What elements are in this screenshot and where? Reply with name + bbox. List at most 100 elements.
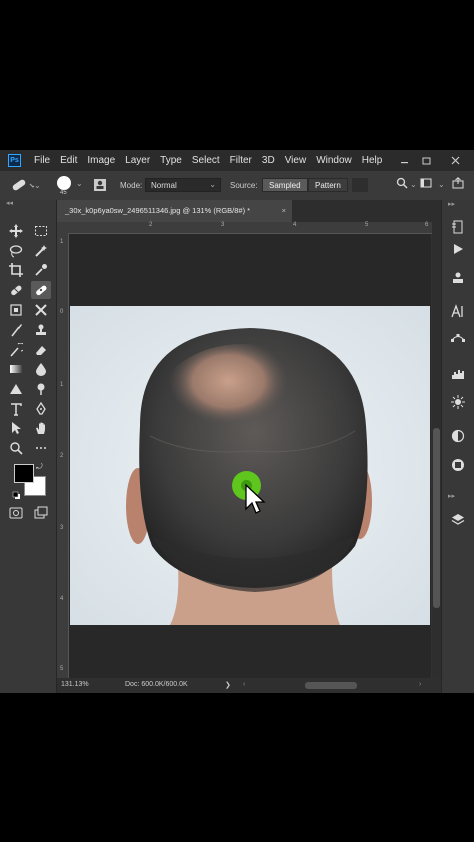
- document-tab[interactable]: _30x_k0p6ya0sw_2496511346.jpg @ 131% (RG…: [57, 200, 292, 222]
- brush-size-value: 45: [60, 190, 67, 196]
- bald-head-photo: [70, 306, 430, 625]
- history-brush-tool-icon[interactable]: [6, 341, 26, 359]
- spot-healing-brush-tool-icon[interactable]: [31, 281, 51, 299]
- more-tools-icon[interactable]: [31, 439, 51, 457]
- tools-collapse-icon[interactable]: ◂◂: [0, 200, 56, 208]
- histogram-panel-icon[interactable]: [448, 365, 468, 381]
- stamp-pattern-tool-icon[interactable]: [6, 301, 26, 319]
- foreground-color-swatch[interactable]: [14, 464, 34, 483]
- crop-tool-icon[interactable]: [6, 261, 26, 279]
- document-image[interactable]: [70, 306, 430, 625]
- brush-preview-icon[interactable]: [57, 176, 71, 190]
- share-icon[interactable]: [452, 177, 466, 191]
- menu-file[interactable]: File: [29, 155, 55, 166]
- layers-panel-icon[interactable]: [448, 512, 468, 528]
- scroll-left-icon[interactable]: ‹: [243, 681, 245, 688]
- gradient-tool-icon[interactable]: [6, 360, 26, 378]
- mode-dropdown[interactable]: Normal ⌄: [145, 178, 221, 192]
- navigator-panel-icon[interactable]: [448, 394, 468, 410]
- triangle-shape-tool-icon[interactable]: [6, 380, 26, 398]
- stamp-source-icon[interactable]: [93, 178, 107, 194]
- clone-source-panel-icon[interactable]: [448, 270, 468, 286]
- history-panel-icon[interactable]: [448, 219, 468, 235]
- blur-tool-icon[interactable]: [31, 360, 51, 378]
- search-icon[interactable]: [396, 177, 408, 191]
- swap-colors-icon[interactable]: ⤾: [36, 462, 43, 472]
- brush-tool-icon[interactable]: [6, 321, 26, 339]
- mode-label: Mode:: [120, 181, 143, 190]
- clone-stamp-tool-icon[interactable]: [31, 321, 51, 339]
- menu-view[interactable]: View: [280, 155, 312, 166]
- workspace-icon[interactable]: [420, 177, 432, 191]
- horizontal-scroll-thumb[interactable]: [305, 682, 357, 689]
- character-panel-icon[interactable]: [448, 303, 468, 319]
- ruler-tick-label: 6: [425, 222, 429, 228]
- workspace-chevron-icon[interactable]: ⌄: [438, 180, 445, 189]
- panel-group-collapse-icon[interactable]: ▸▸: [448, 492, 455, 500]
- brush-picker-chevron-icon[interactable]: ⌄: [76, 179, 83, 188]
- source-sampled-button[interactable]: Sampled: [262, 178, 308, 192]
- actions-play-icon[interactable]: [448, 241, 468, 257]
- document-size-info: Doc: 600.0K/600.0K: [125, 681, 188, 688]
- minimize-icon[interactable]: [392, 150, 416, 171]
- tool-preset-chevron-icon[interactable]: ⌄: [34, 181, 41, 190]
- move-tool-icon[interactable]: [6, 222, 26, 240]
- libraries-panel-icon[interactable]: [448, 457, 468, 473]
- zoom-tool-icon[interactable]: [6, 439, 26, 457]
- path-selection-tool-icon[interactable]: [6, 419, 26, 437]
- frame-tool-icon[interactable]: [6, 281, 26, 299]
- ruler-tick-label: 4: [60, 596, 64, 602]
- menubar: Ps File Edit Image Layer Type Select Fil…: [0, 150, 474, 171]
- ruler-origin[interactable]: [57, 222, 68, 233]
- pattern-picker[interactable]: [352, 178, 368, 192]
- transform-x-tool-icon[interactable]: [31, 301, 51, 319]
- menu-3d[interactable]: 3D: [257, 155, 280, 166]
- menu-filter[interactable]: Filter: [225, 155, 257, 166]
- spot-healing-brush-icon[interactable]: [10, 177, 37, 195]
- marquee-tool-icon[interactable]: [31, 222, 51, 240]
- vertical-ruler[interactable]: 1 0 1 2 3 4 5: [57, 233, 69, 678]
- quick-mask-icon[interactable]: [6, 504, 26, 522]
- photoshop-window: Ps File Edit Image Layer Type Select Fil…: [0, 150, 474, 693]
- eyedropper-tool-icon[interactable]: [31, 261, 51, 279]
- ruler-tick-label: 2: [60, 453, 64, 459]
- paths-panel-icon[interactable]: [448, 332, 468, 348]
- menu-window[interactable]: Window: [311, 155, 357, 166]
- source-label: Source:: [230, 181, 258, 190]
- menu-help[interactable]: Help: [357, 155, 388, 166]
- horizontal-ruler[interactable]: 2 3 4 5 6: [68, 222, 432, 234]
- menu-layer[interactable]: Layer: [120, 155, 155, 166]
- restore-icon[interactable]: [414, 150, 438, 171]
- document-tab-bar: _30x_k0p6ya0sw_2496511346.jpg @ 131% (RG…: [57, 200, 441, 222]
- tools-panel: ◂◂ ⤾: [0, 200, 57, 693]
- source-pattern-button[interactable]: Pattern: [308, 178, 348, 192]
- mouse-cursor-icon: [245, 484, 266, 514]
- default-colors-icon[interactable]: [12, 487, 21, 505]
- menu-select[interactable]: Select: [187, 155, 225, 166]
- lasso-tool-icon[interactable]: [6, 242, 26, 260]
- ruler-tick-label: 2: [149, 222, 153, 228]
- pen-tool-icon[interactable]: [31, 400, 51, 418]
- search-chevron-icon[interactable]: ⌄: [410, 180, 417, 189]
- quick-selection-tool-icon[interactable]: [31, 242, 51, 260]
- eraser-tool-icon[interactable]: [31, 341, 51, 359]
- scroll-right-icon[interactable]: ›: [419, 681, 421, 688]
- screen-mode-icon[interactable]: [31, 504, 51, 522]
- panel-collapse-icon[interactable]: ▸▸: [448, 200, 455, 208]
- hand-tool-icon[interactable]: [31, 419, 51, 437]
- vertical-scrollbar[interactable]: [432, 222, 441, 678]
- menu-type[interactable]: Type: [155, 155, 187, 166]
- status-bar: 131.13% Doc: 600.0K/600.0K ❯ ‹ ›: [57, 678, 441, 693]
- ruler-tick-label: 1: [60, 239, 64, 245]
- dodge-tool-icon[interactable]: [31, 380, 51, 398]
- vertical-scroll-thumb[interactable]: [433, 428, 440, 608]
- zoom-level[interactable]: 131.13%: [61, 681, 89, 688]
- menu-edit[interactable]: Edit: [55, 155, 82, 166]
- adjustments-panel-icon[interactable]: [448, 428, 468, 444]
- mode-value: Normal: [151, 181, 177, 190]
- close-icon[interactable]: [443, 150, 467, 171]
- close-tab-icon[interactable]: ×: [282, 200, 286, 222]
- type-tool-icon[interactable]: [6, 400, 26, 418]
- menu-image[interactable]: Image: [82, 155, 120, 166]
- status-menu-arrow-icon[interactable]: ❯: [225, 681, 231, 689]
